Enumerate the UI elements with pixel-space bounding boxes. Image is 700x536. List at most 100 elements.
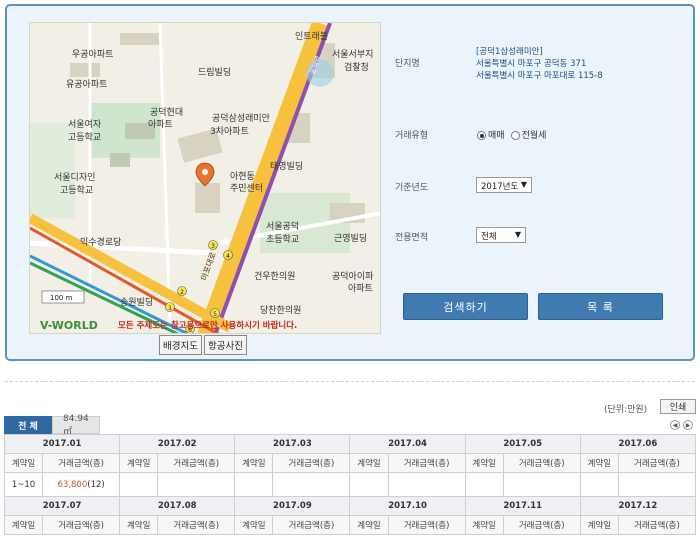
map-label: 아현동 [230, 171, 255, 182]
column-header-amount: 거래금액(층) [42, 515, 121, 535]
dropdown-arrow-icon: ▼ [520, 180, 527, 189]
column-header-amount: 거래금액(층) [387, 453, 466, 473]
trade-type-radio-group: 매매 전월세 [477, 128, 546, 141]
map-type-toggle: 배경지도 항공사진 [159, 335, 247, 355]
area-select[interactable]: 전체 ▼ [476, 227, 526, 243]
divider [5, 381, 695, 382]
route-marker: 1 [165, 302, 175, 312]
month-header-row: 2017.01 2017.02 2017.03 2017.04 2017.05 … [3, 434, 697, 454]
column-header-amount: 거래금액(층) [617, 515, 697, 535]
map-notice: 모든 주제도는 참고용으로만 사용하시기 바랍니다. [118, 320, 297, 331]
map-label: 송원빌딩 [120, 297, 153, 308]
price-value: 63,800 [57, 479, 88, 490]
svg-text:3: 3 [211, 243, 215, 250]
floor-value: (12) [87, 479, 105, 490]
map-label: 3차아파트 [210, 125, 249, 137]
empty-cell [579, 472, 619, 497]
empty-cell [119, 472, 159, 497]
route-marker: 3 [208, 240, 218, 250]
map-label: 당찬한의원 [260, 305, 301, 316]
column-header-amount: 거래금액(층) [272, 515, 351, 535]
trade-sale-option[interactable]: 매매 [477, 128, 505, 141]
complex-label: 단지명 [395, 59, 420, 69]
month-header: 2017.05 [464, 434, 581, 454]
map-label: 주민센터 [230, 183, 263, 194]
map-pin-icon[interactable] [195, 162, 215, 187]
svg-text:5: 5 [213, 311, 217, 318]
map-label: 검찰청 [344, 61, 369, 73]
map-building [110, 153, 130, 167]
column-header-amount: 거래금액(층) [42, 453, 121, 473]
empty-cell [617, 472, 697, 497]
column-header-day: 계약일 [349, 453, 389, 473]
svg-text:100 m: 100 m [50, 294, 73, 302]
map-label: 초등학교 [266, 234, 299, 245]
tab-all[interactable]: 전 체 [4, 416, 52, 434]
map-label: 인트래블 [295, 31, 328, 42]
contract-day-cell: 1~10 [3, 472, 44, 497]
tab-84-94[interactable]: 84.94㎡ [52, 414, 100, 437]
column-header-amount: 거래금액(층) [502, 515, 581, 535]
column-header-amount: 거래금액(층) [387, 515, 466, 535]
empty-cell [464, 472, 504, 497]
map-road [158, 23, 172, 324]
column-header-day: 계약일 [3, 453, 44, 473]
month-header-row: 2017.07 2017.08 2017.09 2017.10 2017.11 … [3, 496, 697, 516]
column-header-amount: 거래금액(층) [157, 515, 236, 535]
month-header: 2017.09 [234, 496, 351, 516]
month-header: 2017.04 [349, 434, 466, 454]
month-header: 2017.10 [349, 496, 466, 516]
map-label: 서울공덕 [266, 221, 299, 232]
map-label: 서울디자인 [54, 172, 95, 183]
map-label: 공덕현대 [150, 107, 183, 118]
area-tabs: 전 체 84.94㎡ [4, 414, 100, 437]
complex-address-road: 서울특별시 마포구 마포대로 115-8 [476, 71, 603, 81]
svg-text:1: 1 [168, 305, 172, 312]
base-map-button[interactable]: 배경지도 [159, 335, 202, 355]
column-header-day: 계약일 [579, 453, 619, 473]
empty-cell [387, 472, 466, 497]
map-label: 건우한의원 [254, 271, 295, 282]
search-button[interactable]: 검색하기 [403, 293, 528, 320]
map-label: 서울서부지 [332, 49, 373, 60]
column-header-row: 계약일 거래금액(층) 계약일 거래금액(층) 계약일 거래금액(층) 계약일 … [3, 515, 697, 535]
year-label: 기준년도 [395, 183, 429, 193]
transaction-table: 2017.01 2017.02 2017.03 2017.04 2017.05 … [3, 434, 697, 535]
column-header-day: 계약일 [349, 515, 389, 535]
print-button[interactable]: 인쇄 [660, 399, 696, 414]
year-select[interactable]: 2017년도 ▼ [476, 177, 532, 193]
aerial-photo-button[interactable]: 항공사진 [203, 335, 247, 355]
radio-unchecked-icon[interactable] [510, 131, 520, 140]
map-label: 익수경로당 [80, 236, 121, 248]
column-header-day: 계약일 [119, 453, 159, 473]
search-panel: 3 4 2 1 6 5 마포대로 공덕역 인트래블 서울서부지 검찰청 우공아파… [5, 4, 695, 361]
empty-cell [272, 472, 351, 497]
pager-next-icon[interactable]: ▶ [683, 420, 693, 430]
map-building [120, 33, 160, 45]
map-label: 고등학교 [68, 132, 101, 143]
trade-lease-option[interactable]: 전월세 [510, 128, 546, 141]
svg-text:4: 4 [226, 253, 230, 260]
month-header: 2017.02 [119, 434, 236, 454]
pager-prev-icon[interactable]: ◀ [670, 420, 680, 430]
map-label: 아파트 [348, 283, 373, 294]
map-label: 고등학교 [60, 185, 93, 196]
column-header-day: 계약일 [3, 515, 44, 535]
map-label: 아파트 [148, 119, 173, 130]
table-row: 1~10 63,800(12) [3, 472, 697, 497]
map-label: 공덕삼성래미안 [212, 113, 270, 124]
list-button[interactable]: 목 록 [538, 293, 663, 320]
radio-checked-icon[interactable] [477, 131, 486, 140]
amount-cell: 63,800(12) [42, 472, 121, 497]
map-view[interactable]: 3 4 2 1 6 5 마포대로 공덕역 인트래블 서울서부지 검찰청 우공아파… [29, 22, 381, 334]
complex-name: [공덕1삼성래미안] [476, 47, 543, 57]
month-header: 2017.03 [234, 434, 351, 454]
month-header: 2017.06 [579, 434, 697, 454]
empty-cell [234, 472, 274, 497]
map-road-label: 마포대로 [199, 251, 218, 282]
column-header-day: 계약일 [234, 515, 274, 535]
vworld-logo: V-WORLD [40, 319, 98, 332]
empty-cell [349, 472, 389, 497]
column-header-amount: 거래금액(층) [502, 453, 581, 473]
map-canvas[interactable]: 3 4 2 1 6 5 마포대로 공덕역 인트래블 서울서부지 검찰청 우공아파… [30, 23, 381, 334]
